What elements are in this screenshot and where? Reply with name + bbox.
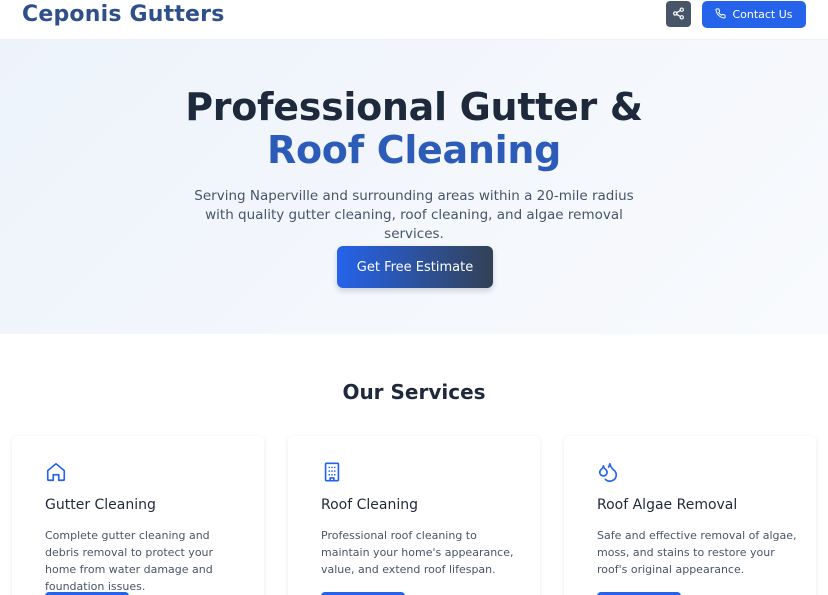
brand-logo[interactable]: Ceponis Gutters — [22, 2, 225, 27]
service-card-title: Gutter Cleaning — [45, 497, 156, 513]
service-card-gutter-cleaning: Gutter Cleaning Complete gutter cleaning… — [12, 436, 264, 595]
hero-title-line1: Professional Gutter & — [185, 85, 643, 129]
services-section: Our Services Gutter Cleaning Complete gu… — [0, 334, 828, 595]
service-card-text: Safe and effective removal of algae, mos… — [597, 529, 797, 576]
hero-section: Professional Gutter & Roof Cleaning Serv… — [0, 40, 828, 334]
hero-subtitle: Serving Naperville and surrounding areas… — [194, 188, 634, 242]
service-card-roof-algae-removal: Roof Algae Removal Safe and effective re… — [564, 436, 816, 595]
service-card-text: Professional roof cleaning to maintain y… — [321, 529, 514, 576]
phone-icon — [715, 7, 727, 22]
contact-us-button[interactable]: Contact Us — [702, 1, 806, 28]
service-card-roof-cleaning: Roof Cleaning Professional roof cleaning… — [288, 436, 540, 595]
services-title: Our Services — [342, 380, 486, 404]
hero-title: Professional Gutter & Roof Cleaning — [0, 86, 828, 172]
home-icon — [45, 461, 67, 483]
contact-us-label: Contact Us — [732, 8, 793, 21]
droplets-icon — [597, 461, 619, 483]
share-icon — [672, 5, 685, 24]
hero-title-line2: Roof Cleaning — [267, 128, 561, 172]
share-button[interactable] — [666, 1, 691, 27]
service-card-title: Roof Cleaning — [321, 497, 418, 513]
service-card-title: Roof Algae Removal — [597, 497, 738, 513]
get-free-estimate-button[interactable]: Get Free Estimate — [337, 246, 493, 288]
building-icon — [321, 461, 343, 483]
site-header: Ceponis Gutters Contact Us — [0, 0, 828, 40]
service-card-text: Complete gutter cleaning and debris remo… — [45, 529, 214, 593]
